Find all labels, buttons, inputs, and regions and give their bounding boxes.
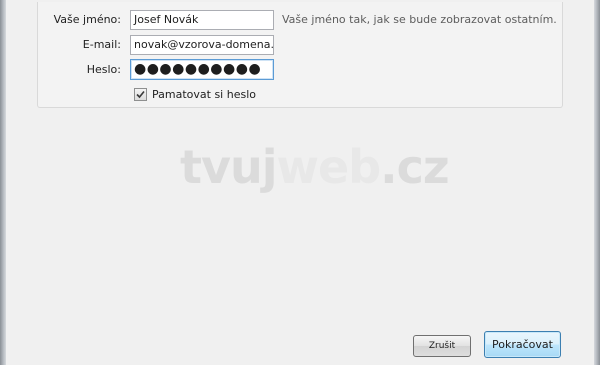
remember-password-row[interactable]: Pamatovat si heslo — [134, 87, 256, 101]
watermark-logo: tvujweb.cz — [180, 140, 450, 194]
watermark-part-3: .cz — [380, 140, 450, 194]
remember-password-label: Pamatovat si heslo — [152, 87, 256, 101]
email-field[interactable]: novak@vzorova-domena.cz — [130, 35, 274, 55]
cancel-button[interactable]: Zrušit — [413, 335, 471, 357]
window-frame-right — [594, 0, 600, 365]
name-hint: Vaše jméno tak, jak se bude zobrazovat o… — [282, 13, 557, 26]
remember-password-checkbox[interactable] — [134, 87, 147, 101]
password-field[interactable]: ●●●●●●●●●● — [130, 59, 274, 80]
watermark-part-1: tvuj — [180, 140, 277, 194]
name-label: Vaše jméno: — [53, 13, 121, 26]
email-label: E-mail: — [82, 38, 121, 51]
checkmark-icon — [136, 90, 145, 98]
window-frame-left — [0, 0, 6, 365]
name-field[interactable]: Josef Novák — [130, 10, 274, 30]
continue-button[interactable]: Pokračovat — [484, 331, 561, 358]
watermark-part-2: web — [276, 140, 382, 194]
password-label: Heslo: — [86, 63, 121, 76]
